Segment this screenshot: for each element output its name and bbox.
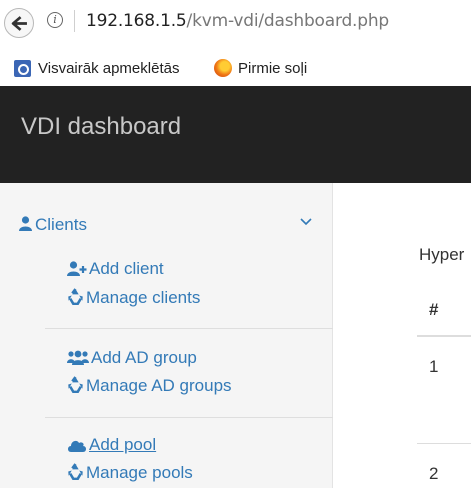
user-plus-icon: [67, 261, 87, 276]
menu-divider: [45, 328, 333, 329]
add-client-link[interactable]: Add client: [67, 259, 164, 279]
recycle-icon: [68, 463, 83, 481]
manage-ad-groups-link[interactable]: Manage AD groups: [67, 376, 232, 396]
bookmark-folder-icon: [14, 60, 31, 77]
info-icon[interactable]: i: [47, 12, 63, 28]
chevron-down-icon[interactable]: [300, 218, 312, 226]
url-field[interactable]: 192.168.1.5/kvm-vdi/dashboard.php: [86, 11, 389, 31]
url-host: 192.168.1.5: [86, 11, 187, 31]
table-header-number: #: [429, 300, 439, 319]
back-button[interactable]: [4, 8, 34, 38]
table-row-number: 1: [429, 357, 439, 376]
top-navbar: VDI dashboard: [0, 86, 471, 183]
recycle-icon: [68, 376, 83, 394]
add-client-label: Add client: [89, 259, 164, 278]
bookmark-getting-started[interactable]: Pirmie soļi: [238, 60, 307, 77]
sidebar-clients-label: Clients: [35, 215, 87, 234]
add-ad-group-link[interactable]: Add AD group: [67, 348, 197, 368]
manage-clients-link[interactable]: Manage clients: [67, 288, 200, 308]
sidebar: Clients Add client Manage clients Add AD…: [0, 183, 333, 488]
url-path: /kvm-vdi/dashboard.php: [186, 11, 390, 31]
add-ad-group-label: Add AD group: [91, 348, 197, 367]
cloud-icon: [68, 440, 86, 452]
bookmarks-bar: Visvairāk apmeklētās Pirmie soļi: [0, 56, 471, 84]
firefox-icon: [214, 59, 232, 77]
recycle-icon: [68, 288, 83, 306]
table-header-border: [417, 335, 471, 337]
hypervisors-heading: Hyper: [419, 245, 465, 264]
navbar-brand[interactable]: VDI dashboard: [21, 113, 181, 141]
sidebar-item-clients[interactable]: Clients: [19, 215, 87, 235]
arrow-left-icon: [11, 16, 27, 31]
manage-pools-label: Manage pools: [86, 463, 193, 482]
manage-clients-label: Manage clients: [86, 288, 201, 307]
manage-ad-groups-label: Manage AD groups: [86, 376, 232, 395]
user-icon: [19, 216, 32, 231]
table-row-number: 2: [429, 464, 439, 483]
bookmark-most-visited[interactable]: Visvairāk apmeklētās: [38, 60, 179, 77]
url-divider: [74, 10, 75, 32]
menu-divider: [45, 417, 333, 418]
table-row-border: [417, 443, 471, 444]
add-pool-label: Add pool: [89, 435, 157, 454]
manage-pools-link[interactable]: Manage pools: [67, 463, 193, 483]
users-icon: [67, 350, 89, 365]
add-pool-link[interactable]: Add pool: [67, 435, 156, 455]
main-content: Hyper # 1 2: [333, 183, 471, 488]
browser-address-bar: i 192.168.1.5/kvm-vdi/dashboard.php: [0, 0, 471, 48]
